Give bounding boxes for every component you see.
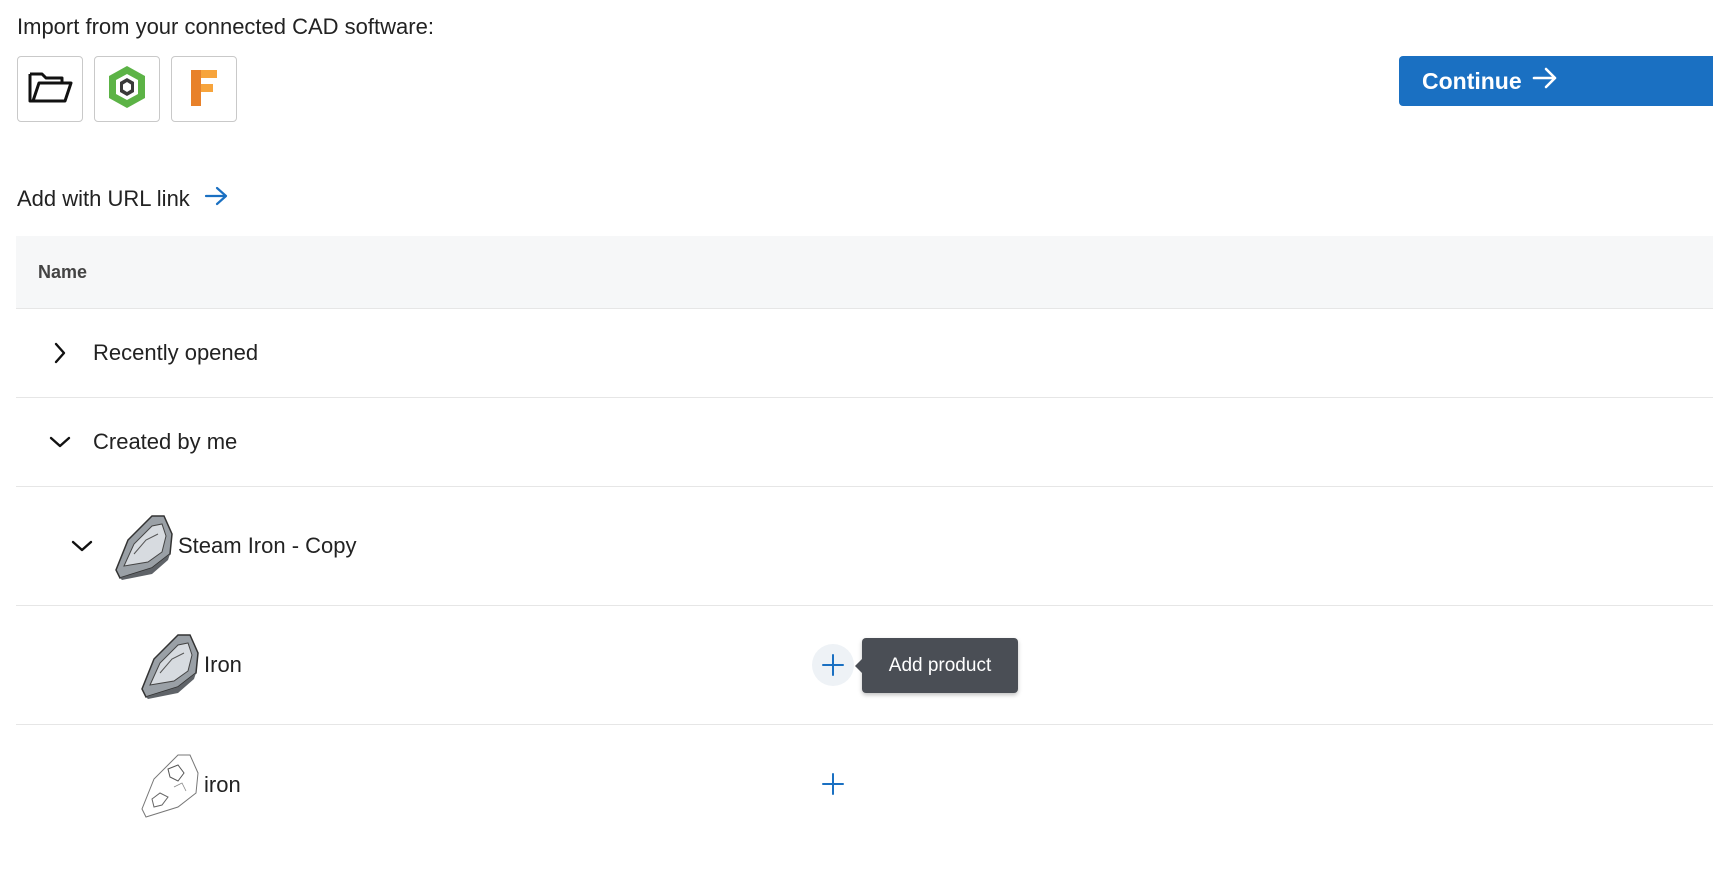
add-url-label: Add with URL link (17, 186, 190, 211)
column-header-name: Name (38, 261, 88, 282)
chevron-down-icon[interactable] (48, 430, 72, 454)
iron-thumbnail-icon (138, 629, 202, 701)
table-row-iron-sketch[interactable]: iron (16, 725, 1713, 844)
open-folder-button[interactable] (17, 56, 83, 122)
table-row-iron[interactable]: Iron Add product (16, 606, 1713, 725)
onshape-import-button[interactable] (94, 56, 160, 122)
fusion-logo-icon (187, 66, 221, 113)
arrow-right-icon (190, 186, 228, 212)
add-product-button[interactable] (812, 644, 854, 686)
group-row-created-by-me[interactable]: Created by me (16, 398, 1713, 487)
continue-button[interactable]: Continue (1399, 56, 1713, 106)
onshape-logo-icon (105, 64, 149, 115)
add-product-button[interactable] (812, 763, 854, 805)
import-label: Import from your connected CAD software: (17, 14, 434, 39)
continue-label: Continue (1422, 67, 1522, 94)
fusion-import-button[interactable] (171, 56, 237, 122)
group-label: Created by me (93, 429, 238, 454)
chevron-down-icon[interactable] (70, 534, 94, 558)
folder-icon (27, 68, 73, 111)
chevron-right-icon[interactable] (48, 341, 72, 365)
iron-thumbnail-icon (112, 510, 176, 582)
add-product-tooltip: Add product (855, 638, 1018, 693)
item-name: Steam Iron - Copy (178, 533, 357, 558)
table-header: Name (16, 236, 1713, 309)
file-table: Name Recently opened Created by me Steam… (16, 236, 1713, 844)
iron-sketch-thumbnail-icon (138, 749, 202, 821)
plus-icon (822, 654, 844, 676)
group-label: Recently opened (93, 340, 259, 365)
item-name: iron (204, 771, 241, 797)
add-url-link[interactable]: Add with URL link (17, 186, 228, 212)
cad-source-buttons (17, 56, 237, 122)
arrow-right-icon (1522, 67, 1558, 95)
item-name: Iron (204, 652, 242, 677)
group-row-recently-opened[interactable]: Recently opened (16, 309, 1713, 398)
plus-icon (822, 773, 844, 795)
table-row-steam-iron-copy[interactable]: Steam Iron - Copy (16, 487, 1713, 606)
